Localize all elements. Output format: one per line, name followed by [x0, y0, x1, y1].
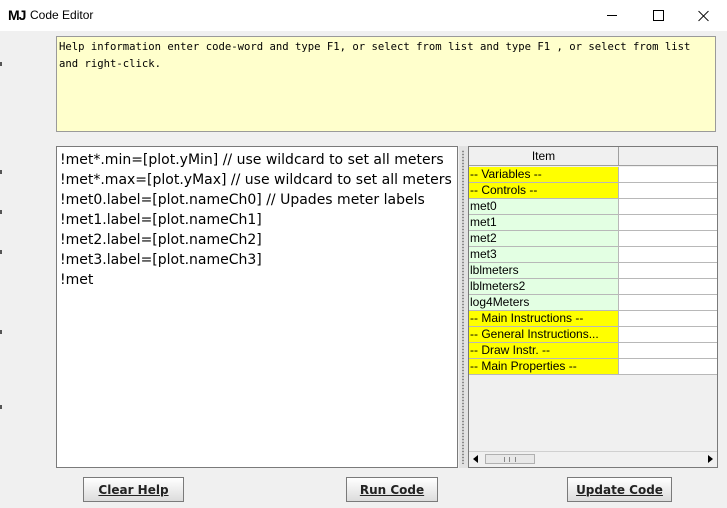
- table-row[interactable]: -- Main Instructions --: [469, 311, 717, 327]
- code-line: !met: [60, 272, 94, 288]
- item-cell[interactable]: -- Variables --: [469, 167, 619, 183]
- split-divider[interactable]: [459, 146, 468, 468]
- item-cell[interactable]: met0: [469, 199, 619, 215]
- value-cell[interactable]: [619, 343, 717, 359]
- value-cell[interactable]: [619, 183, 717, 199]
- table-row[interactable]: -- Main Properties --: [469, 359, 717, 375]
- update-code-button[interactable]: Update Code: [567, 477, 672, 502]
- value-cell[interactable]: [619, 199, 717, 215]
- value-cell[interactable]: [619, 247, 717, 263]
- table-row[interactable]: met3: [469, 247, 717, 263]
- item-cell[interactable]: lblmeters2: [469, 279, 619, 295]
- code-line: !met*.max=[plot.yMax] // use wildcard to…: [60, 172, 452, 188]
- minimize-button[interactable]: [589, 0, 635, 31]
- help-text-area[interactable]: Help information enter code-word and typ…: [56, 36, 716, 132]
- value-cell[interactable]: [619, 167, 717, 183]
- title-bar: MJ Code Editor: [0, 0, 727, 31]
- table-row[interactable]: met1: [469, 215, 717, 231]
- item-cell[interactable]: met1: [469, 215, 619, 231]
- app-logo-icon: MJ: [8, 7, 26, 23]
- arrow-left-icon[interactable]: [473, 455, 478, 463]
- maximize-button[interactable]: [635, 0, 681, 31]
- split-pane: !met*.min=[plot.yMin] // use wildcard to…: [56, 146, 718, 470]
- table-row[interactable]: log4Meters: [469, 295, 717, 311]
- item-cell[interactable]: log4Meters: [469, 295, 619, 311]
- code-line: !met0.label=[plot.nameCh0] // Upades met…: [60, 192, 425, 208]
- table-row[interactable]: met0: [469, 199, 717, 215]
- item-cell[interactable]: -- Draw Instr. --: [469, 343, 619, 359]
- value-cell[interactable]: [619, 295, 717, 311]
- item-cell[interactable]: -- Main Instructions --: [469, 311, 619, 327]
- table-row[interactable]: -- Variables --: [469, 167, 717, 183]
- item-cell[interactable]: met3: [469, 247, 619, 263]
- edge-mark: [0, 170, 2, 174]
- edge-mark: [0, 330, 2, 334]
- edge-mark: [0, 210, 2, 214]
- item-table[interactable]: Item -- Variables -- -- Controls -- met0 me…: [468, 146, 718, 468]
- table-row[interactable]: lblmeters: [469, 263, 717, 279]
- edge-mark: [0, 62, 2, 66]
- item-cell[interactable]: -- Controls --: [469, 183, 619, 199]
- table-row[interactable]: -- General Instructions...: [469, 327, 717, 343]
- code-line: !met1.label=[plot.nameCh1]: [60, 212, 262, 228]
- window-title: Code Editor: [30, 8, 94, 22]
- code-editor[interactable]: !met*.min=[plot.yMin] // use wildcard to…: [56, 146, 458, 468]
- item-cell[interactable]: met2: [469, 231, 619, 247]
- item-cell[interactable]: -- General Instructions...: [469, 327, 619, 343]
- minimize-icon: [607, 15, 617, 16]
- run-code-button[interactable]: Run Code: [346, 477, 438, 502]
- code-line: !met2.label=[plot.nameCh2]: [60, 232, 262, 248]
- item-cell[interactable]: lblmeters: [469, 263, 619, 279]
- code-line: !met*.min=[plot.yMin] // use wildcard to…: [60, 152, 444, 168]
- table-row[interactable]: -- Controls --: [469, 183, 717, 199]
- value-cell[interactable]: [619, 263, 717, 279]
- horizontal-scrollbar[interactable]: [469, 451, 717, 467]
- edge-mark: [0, 405, 2, 409]
- arrow-right-icon[interactable]: [708, 455, 713, 463]
- value-cell[interactable]: [619, 311, 717, 327]
- scrollbar-thumb[interactable]: [485, 454, 535, 464]
- table-header: Item: [469, 147, 717, 167]
- code-line: !met3.label=[plot.nameCh3]: [60, 252, 262, 268]
- value-cell[interactable]: [619, 327, 717, 343]
- value-cell[interactable]: [619, 215, 717, 231]
- table-row[interactable]: met2: [469, 231, 717, 247]
- value-cell[interactable]: [619, 231, 717, 247]
- close-icon: [698, 10, 710, 22]
- close-button[interactable]: [681, 0, 727, 31]
- table-row[interactable]: -- Draw Instr. --: [469, 343, 717, 359]
- table-body: -- Variables -- -- Controls -- met0 met1 met…: [469, 167, 717, 375]
- item-cell[interactable]: -- Main Properties --: [469, 359, 619, 375]
- clear-help-button[interactable]: Clear Help: [83, 477, 184, 502]
- table-row[interactable]: lblmeters2: [469, 279, 717, 295]
- column-header-value[interactable]: [619, 147, 717, 166]
- maximize-icon: [652, 10, 664, 21]
- edge-mark: [0, 250, 2, 254]
- column-header-item[interactable]: Item: [469, 147, 619, 166]
- value-cell[interactable]: [619, 359, 717, 375]
- value-cell[interactable]: [619, 279, 717, 295]
